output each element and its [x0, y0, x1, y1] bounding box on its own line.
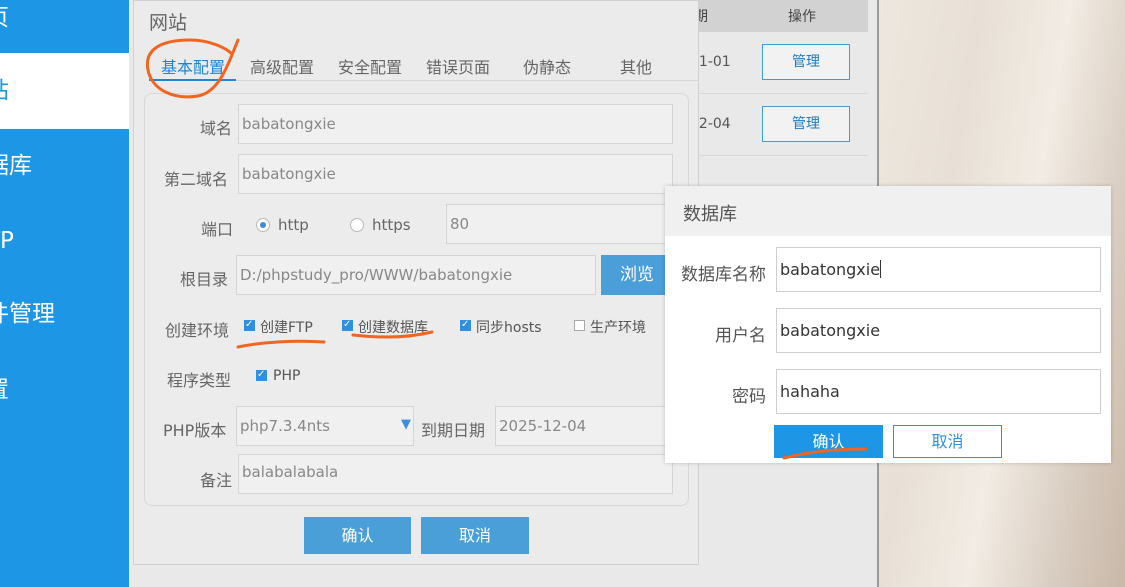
- port-label: 端口: [201, 220, 234, 239]
- sync-hosts-label: 同步hosts: [476, 320, 542, 336]
- tab-security-config[interactable]: 安全配置: [338, 54, 402, 78]
- sidebar-item-label: TP: [0, 228, 14, 254]
- db-name-input[interactable]: babatongxie: [776, 247, 1101, 292]
- database-dialog: 数据库 数据库名称 babatongxie 用户名 babatongxie 密码…: [665, 186, 1111, 463]
- header-action: 操作: [788, 9, 816, 25]
- password-input[interactable]: hahaha: [776, 369, 1101, 414]
- site-confirm-button[interactable]: 确认: [304, 517, 411, 554]
- table-header: 期 操作: [680, 0, 868, 32]
- website-dialog: 网站 基本配置 高级配置 安全配置 错误页面 伪静态 其他 域名 babaton…: [133, 0, 699, 565]
- sidebar-item-database[interactable]: 据库: [0, 128, 129, 204]
- db-name-value: babatongxie: [780, 260, 881, 279]
- sidebar-item-ftp[interactable]: TP: [0, 203, 129, 279]
- database-dialog-title: 数据库: [683, 204, 737, 225]
- domain-label: 域名: [200, 119, 233, 138]
- table-row: 01-01 管理: [680, 32, 868, 94]
- dropdown-arrow-icon: ▼: [401, 417, 411, 432]
- sidebar-item-website[interactable]: 站: [0, 53, 129, 129]
- root-dir-label: 根目录: [180, 270, 229, 289]
- php-version-label: PHP版本: [163, 421, 227, 440]
- expire-date-label: 到期日期: [421, 421, 486, 440]
- sidebar-item-label: 页: [0, 5, 9, 31]
- browse-button[interactable]: 浏览: [601, 255, 673, 295]
- sidebar-item-file-manager[interactable]: 件管理: [0, 276, 129, 352]
- tab-bar: 基本配置 高级配置 安全配置 错误页面 伪静态 其他: [149, 45, 699, 81]
- php-version-select[interactable]: php7.3.4nts ▼: [236, 406, 414, 446]
- php-version-value: php7.3.4nts: [240, 417, 330, 435]
- site-cancel-button[interactable]: 取消: [421, 517, 529, 554]
- port-input[interactable]: 80: [446, 204, 673, 244]
- active-tab-indicator: [149, 79, 236, 81]
- manage-button[interactable]: 管理: [762, 44, 850, 80]
- manage-button[interactable]: 管理: [762, 106, 850, 142]
- create-env-label: 创建环境: [165, 321, 230, 340]
- remark-label: 备注: [200, 471, 233, 490]
- php-checkbox[interactable]: [256, 368, 267, 382]
- username-label: 用户名: [715, 326, 766, 346]
- sidebar-item-label: 据库: [0, 153, 32, 179]
- program-type-label: 程序类型: [167, 371, 232, 390]
- production-env-checkbox[interactable]: [574, 320, 585, 331]
- tab-other[interactable]: 其他: [620, 54, 652, 78]
- dialog-title: 网站: [149, 12, 188, 34]
- db-confirm-button[interactable]: 确认: [774, 425, 883, 458]
- sidebar-item-label: 站: [0, 78, 9, 104]
- sidebar-item-label: 置: [0, 377, 9, 403]
- create-database-checkbox[interactable]: [342, 318, 353, 332]
- sidebar: 页 站 据库 TP 件管理 置: [0, 0, 129, 587]
- username-input[interactable]: babatongxie: [776, 308, 1101, 353]
- http-radio[interactable]: [256, 218, 270, 232]
- tab-advanced-config[interactable]: 高级配置: [250, 54, 314, 78]
- domain-input[interactable]: babatongxie: [238, 104, 673, 144]
- text-cursor: [880, 260, 882, 278]
- create-ftp-checkbox[interactable]: [244, 318, 255, 332]
- production-env-label: 生产环境: [590, 320, 646, 336]
- db-name-label: 数据库名称: [681, 265, 766, 285]
- create-ftp-label: 创建FTP: [260, 320, 313, 336]
- db-cancel-button[interactable]: 取消: [893, 425, 1002, 458]
- table-row: 12-04 管理: [680, 94, 868, 156]
- sidebar-item-settings[interactable]: 置: [0, 352, 129, 428]
- sidebar-item-home[interactable]: 页: [0, 0, 129, 56]
- second-domain-input[interactable]: babatongxie: [238, 154, 673, 194]
- tab-rewrite[interactable]: 伪静态: [523, 54, 571, 78]
- remark-input[interactable]: balabalabala: [238, 454, 673, 494]
- database-dialog-header: 数据库: [665, 186, 1111, 236]
- sidebar-item-label: 件管理: [0, 301, 55, 327]
- root-dir-input[interactable]: D:/phpstudy_pro/WWW/babatongxie: [236, 255, 596, 295]
- second-domain-label: 第二域名: [164, 170, 229, 189]
- https-radio[interactable]: [350, 218, 364, 232]
- password-label: 密码: [732, 387, 766, 407]
- tab-error-pages[interactable]: 错误页面: [426, 54, 490, 78]
- sync-hosts-checkbox[interactable]: [460, 318, 471, 332]
- expire-date-input[interactable]: 2025-12-04: [495, 406, 673, 446]
- https-option-label: https: [372, 216, 411, 234]
- php-option-label: PHP: [273, 368, 301, 384]
- http-option-label: http: [278, 216, 309, 234]
- create-database-label: 创建数据库: [358, 320, 428, 336]
- tab-basic-config[interactable]: 基本配置: [161, 54, 225, 78]
